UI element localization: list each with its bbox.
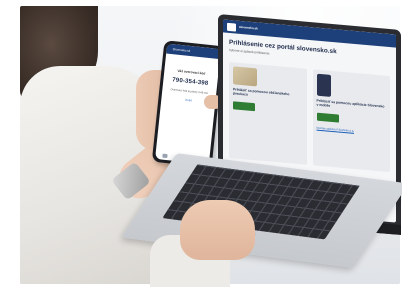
login-card-eid: Prihlásiť sa pomocou občianskeho preukaz…: [229, 61, 307, 165]
typing-hand: [180, 200, 255, 260]
login-eid-button[interactable]: [233, 101, 255, 112]
website-body: Prihlásenie cez portál slovensko.sk Vybe…: [223, 32, 396, 178]
verification-code: 790-354-398: [171, 77, 209, 87]
login-card-app: Prihlásiť sa pomocou aplikácie Slovensko…: [312, 69, 390, 173]
coat-of-arms-icon: [227, 22, 236, 32]
login-app-button[interactable]: [316, 113, 339, 123]
phone-title: Váš overovací kód: [177, 68, 206, 76]
login-card-app-title: Prihlásiť sa pomocou aplikácie Slovensko…: [316, 98, 385, 109]
id-card-icon: [233, 66, 257, 87]
login-options: Prihlásiť sa pomocou občianskeho preukaz…: [229, 61, 390, 173]
phone-app-bar: Slovensko.sk: [166, 43, 221, 60]
login-card-eid-title: Prihlásiť sa pomocou občianskeho preukaz…: [233, 87, 290, 97]
mobile-app-icon: [316, 73, 331, 97]
download-app-link[interactable]: Nemáte aplikáciu? Stiahnite si ju: [317, 127, 387, 136]
website-logo-text[interactable]: slovensko.sk: [239, 25, 258, 31]
photo-scene: Slovensko.sk Váš overovací kód 790-354-3…: [0, 0, 402, 287]
nav-back-icon[interactable]: [161, 153, 168, 159]
